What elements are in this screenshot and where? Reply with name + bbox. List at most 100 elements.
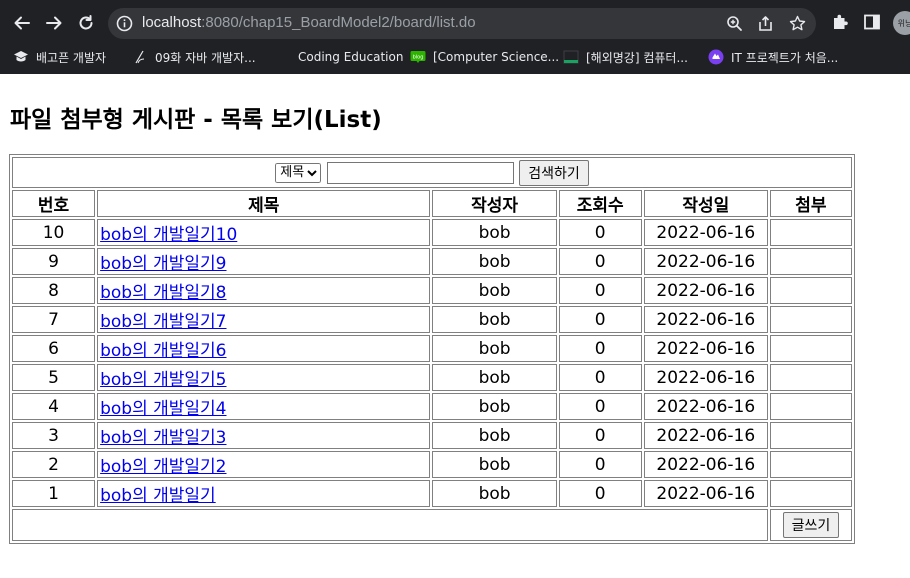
cell-date: 2022-06-16 bbox=[643, 219, 768, 246]
table-row: 10 bob의 개발일기10 bob 0 2022-06-16 bbox=[12, 219, 852, 246]
cell-attachment bbox=[769, 277, 852, 304]
column-header-views: 조회수 bbox=[558, 190, 642, 217]
post-title-link[interactable]: bob의 개발일기7 bbox=[100, 312, 226, 332]
address-bar[interactable]: localhost:8080/chap15_BoardModel2/board/… bbox=[108, 8, 816, 39]
cell-date: 2022-06-16 bbox=[643, 248, 768, 275]
cell-views: 0 bbox=[558, 480, 642, 507]
table-row: 5 bob의 개발일기5 bob 0 2022-06-16 bbox=[12, 364, 852, 391]
post-title-link[interactable]: bob의 개발일기9 bbox=[100, 254, 226, 274]
cell-title: bob의 개발일기3 bbox=[97, 422, 431, 449]
cell-author: bob bbox=[432, 364, 557, 391]
search-keyword-input[interactable] bbox=[327, 161, 515, 184]
cell-attachment bbox=[769, 306, 852, 333]
cell-attachment bbox=[769, 480, 852, 507]
post-title-link[interactable]: bob의 개발일기8 bbox=[100, 283, 226, 303]
cell-author: bob bbox=[432, 248, 557, 275]
search-field-select[interactable]: 제목 bbox=[275, 162, 322, 183]
table-row: 7 bob의 개발일기7 bob 0 2022-06-16 bbox=[12, 306, 852, 333]
search-button[interactable]: 검색하기 bbox=[519, 159, 589, 186]
cell-title: bob의 개발일기2 bbox=[97, 451, 431, 478]
url-host: localhost bbox=[142, 14, 202, 31]
search-cell: 제목 검색하기 bbox=[12, 157, 852, 188]
forward-icon[interactable] bbox=[39, 8, 69, 38]
post-title-link[interactable]: bob의 개발일기4 bbox=[100, 399, 226, 419]
bottom-row: 글쓰기 bbox=[12, 509, 852, 541]
cell-number: 6 bbox=[12, 335, 96, 362]
cell-title: bob의 개발일기8 bbox=[97, 277, 431, 304]
bookmark-label: [해외명강] 컴퓨터... bbox=[586, 50, 688, 65]
post-title-link[interactable]: bob의 개발일기 bbox=[100, 486, 216, 506]
cell-author: bob bbox=[432, 451, 557, 478]
bookmark-item-6[interactable]: IT 프로젝트가 처음... bbox=[708, 46, 838, 68]
cell-date: 2022-06-16 bbox=[643, 335, 768, 362]
cell-attachment bbox=[769, 451, 852, 478]
table-row: 1 bob의 개발일기 bob 0 2022-06-16 bbox=[12, 480, 852, 507]
cell-date: 2022-06-16 bbox=[643, 480, 768, 507]
cell-title: bob의 개발일기6 bbox=[97, 335, 431, 362]
post-title-link[interactable]: bob의 개발일기5 bbox=[100, 370, 226, 390]
cell-views: 0 bbox=[558, 393, 642, 420]
bookmark-item-1[interactable]: 배고픈 개발자 bbox=[13, 46, 106, 68]
cell-title: bob의 개발일기 bbox=[97, 480, 431, 507]
cell-views: 0 bbox=[558, 451, 642, 478]
cell-number: 7 bbox=[12, 306, 96, 333]
url-text[interactable]: localhost:8080/chap15_BoardModel2/board/… bbox=[142, 14, 476, 31]
cell-number: 2 bbox=[12, 451, 96, 478]
write-button[interactable]: 글쓰기 bbox=[782, 512, 840, 538]
cell-attachment bbox=[769, 248, 852, 275]
cell-views: 0 bbox=[558, 364, 642, 391]
bookmark-item-3[interactable]: Coding Education bbox=[275, 46, 403, 68]
cell-number: 3 bbox=[12, 422, 96, 449]
header-row: 번호 제목 작성자 조회수 작성일 첨부 bbox=[12, 190, 852, 217]
column-header-number: 번호 bbox=[12, 190, 96, 217]
cell-title: bob의 개발일기4 bbox=[97, 393, 431, 420]
cell-views: 0 bbox=[558, 248, 642, 275]
column-header-attachment: 첨부 bbox=[769, 190, 852, 217]
cell-author: bob bbox=[432, 277, 557, 304]
cell-views: 0 bbox=[558, 277, 642, 304]
table-body: 10 bob의 개발일기10 bob 0 2022-06-16 9 bob의 개발일기9 bo… bbox=[12, 219, 852, 507]
brunch-icon bbox=[132, 49, 148, 65]
post-title-link[interactable]: bob의 개발일기10 bbox=[100, 225, 237, 245]
extensions-icon[interactable] bbox=[831, 13, 849, 35]
app-icon bbox=[708, 49, 724, 65]
cell-date: 2022-06-16 bbox=[643, 422, 768, 449]
cell-date: 2022-06-16 bbox=[643, 451, 768, 478]
bookmark-item-5[interactable]: [해외명강] 컴퓨터... bbox=[563, 46, 688, 68]
bookmark-item-4[interactable]: blog [Computer Science... bbox=[410, 46, 559, 68]
cell-date: 2022-06-16 bbox=[643, 277, 768, 304]
table-row: 8 bob의 개발일기8 bob 0 2022-06-16 bbox=[12, 277, 852, 304]
naver-blog-icon: blog bbox=[410, 49, 426, 65]
cell-number: 1 bbox=[12, 480, 96, 507]
cell-number: 4 bbox=[12, 393, 96, 420]
write-cell: 글쓰기 bbox=[769, 509, 852, 541]
cell-author: bob bbox=[432, 335, 557, 362]
zoom-icon[interactable] bbox=[726, 15, 743, 36]
reload-icon[interactable] bbox=[71, 8, 101, 38]
bookmark-item-2[interactable]: 09화 자바 개발자... bbox=[132, 46, 256, 68]
cell-title: bob의 개발일기9 bbox=[97, 248, 431, 275]
cell-date: 2022-06-16 bbox=[643, 364, 768, 391]
share-icon[interactable] bbox=[757, 15, 774, 36]
sidepanel-icon[interactable] bbox=[863, 13, 881, 35]
star-icon[interactable] bbox=[789, 15, 806, 36]
cell-title: bob의 개발일기7 bbox=[97, 306, 431, 333]
table-row: 6 bob의 개발일기6 bob 0 2022-06-16 bbox=[12, 335, 852, 362]
post-title-link[interactable]: bob의 개발일기6 bbox=[100, 341, 226, 361]
column-header-title: 제목 bbox=[97, 190, 431, 217]
cell-views: 0 bbox=[558, 422, 642, 449]
info-icon[interactable] bbox=[116, 15, 133, 36]
cell-views: 0 bbox=[558, 306, 642, 333]
cell-number: 5 bbox=[12, 364, 96, 391]
cell-date: 2022-06-16 bbox=[643, 393, 768, 420]
post-title-link[interactable]: bob의 개발일기2 bbox=[100, 457, 226, 477]
profile-avatar[interactable]: 위닝 bbox=[893, 11, 910, 35]
url-path: :8080/chap15_BoardModel2/board/list.do bbox=[201, 14, 476, 31]
back-icon[interactable] bbox=[7, 8, 37, 38]
column-header-author: 작성자 bbox=[432, 190, 557, 217]
cell-date: 2022-06-16 bbox=[643, 306, 768, 333]
cell-number: 8 bbox=[12, 277, 96, 304]
table-row: 9 bob의 개발일기9 bob 0 2022-06-16 bbox=[12, 248, 852, 275]
cell-number: 9 bbox=[12, 248, 96, 275]
post-title-link[interactable]: bob의 개발일기3 bbox=[100, 428, 226, 448]
